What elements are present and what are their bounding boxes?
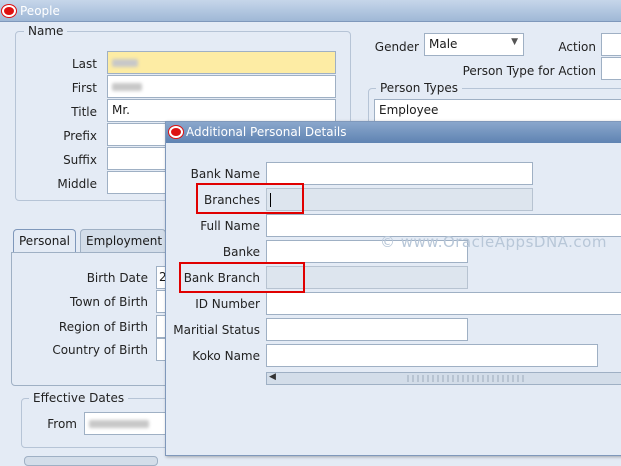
gender-value: Male	[429, 37, 458, 51]
banke-label: Banke	[222, 245, 260, 259]
bank-name-field[interactable]	[266, 162, 533, 185]
town-of-birth-label: Town of Birth	[69, 295, 148, 309]
last-name-field[interactable]	[107, 51, 336, 74]
maritial-status-field[interactable]	[266, 318, 468, 341]
horizontal-scrollbar[interactable]: ◀	[266, 372, 621, 385]
gender-label: Gender	[374, 40, 419, 54]
watermark-text: © www.OracleAppsDNA.com	[380, 233, 607, 251]
id-number-field[interactable]	[266, 292, 621, 315]
tab-personal[interactable]: Personal	[13, 229, 76, 253]
person-types-field[interactable]: Employee	[374, 99, 621, 122]
bank-name-label: Bank Name	[190, 167, 260, 181]
id-number-label: ID Number	[195, 297, 260, 311]
name-group-title: Name	[24, 24, 68, 38]
from-date-field[interactable]	[84, 412, 166, 435]
annotation-box-bank-branch	[179, 262, 305, 293]
effective-dates-title: Effective Dates	[29, 391, 129, 405]
koko-name-field[interactable]	[266, 344, 598, 367]
last-name-label: Last	[72, 57, 97, 71]
window-title: People	[20, 4, 60, 18]
tab-employment[interactable]: Employment	[80, 229, 166, 253]
redacted-text	[112, 58, 138, 67]
koko-name-label: Koko Name	[192, 349, 260, 363]
maritial-status-label: Maritial Status	[173, 323, 260, 337]
suffix-label: Suffix	[63, 153, 97, 167]
person-type-action-field[interactable]	[601, 57, 621, 80]
action-label: Action	[558, 40, 596, 54]
action-field[interactable]	[601, 33, 621, 56]
bottom-button[interactable]	[24, 456, 158, 466]
person-type-action-label: Person Type for Action	[462, 64, 596, 78]
redacted-text	[89, 419, 149, 428]
branches-field[interactable]	[266, 188, 533, 211]
from-label: From	[47, 417, 77, 431]
birth-date-label: Birth Date	[86, 271, 148, 285]
gender-select[interactable]: Male ▼	[424, 33, 524, 56]
dialog-title-bar: Additional Personal Details	[166, 122, 621, 143]
title-field[interactable]: Mr.	[107, 99, 336, 122]
country-of-birth-label: Country of Birth	[52, 343, 148, 357]
window-title-bar: People	[0, 0, 621, 22]
scrollbar-thumb[interactable]	[407, 375, 527, 382]
middle-label: Middle	[57, 177, 97, 191]
prefix-label: Prefix	[63, 129, 97, 143]
title-label: Title	[71, 105, 97, 119]
oracle-logo-icon	[2, 5, 16, 17]
full-name-label: Full Name	[200, 219, 260, 233]
first-name-field[interactable]	[107, 75, 336, 98]
person-types-title: Person Types	[376, 81, 462, 95]
chevron-down-icon: ▼	[511, 37, 518, 47]
first-name-label: First	[71, 81, 97, 95]
redacted-text	[112, 82, 142, 91]
annotation-box-branches	[196, 183, 304, 214]
scroll-left-icon[interactable]: ◀	[269, 372, 276, 382]
oracle-logo-icon	[169, 126, 183, 138]
region-of-birth-label: Region of Birth	[58, 320, 148, 334]
dialog-title: Additional Personal Details	[186, 125, 347, 139]
